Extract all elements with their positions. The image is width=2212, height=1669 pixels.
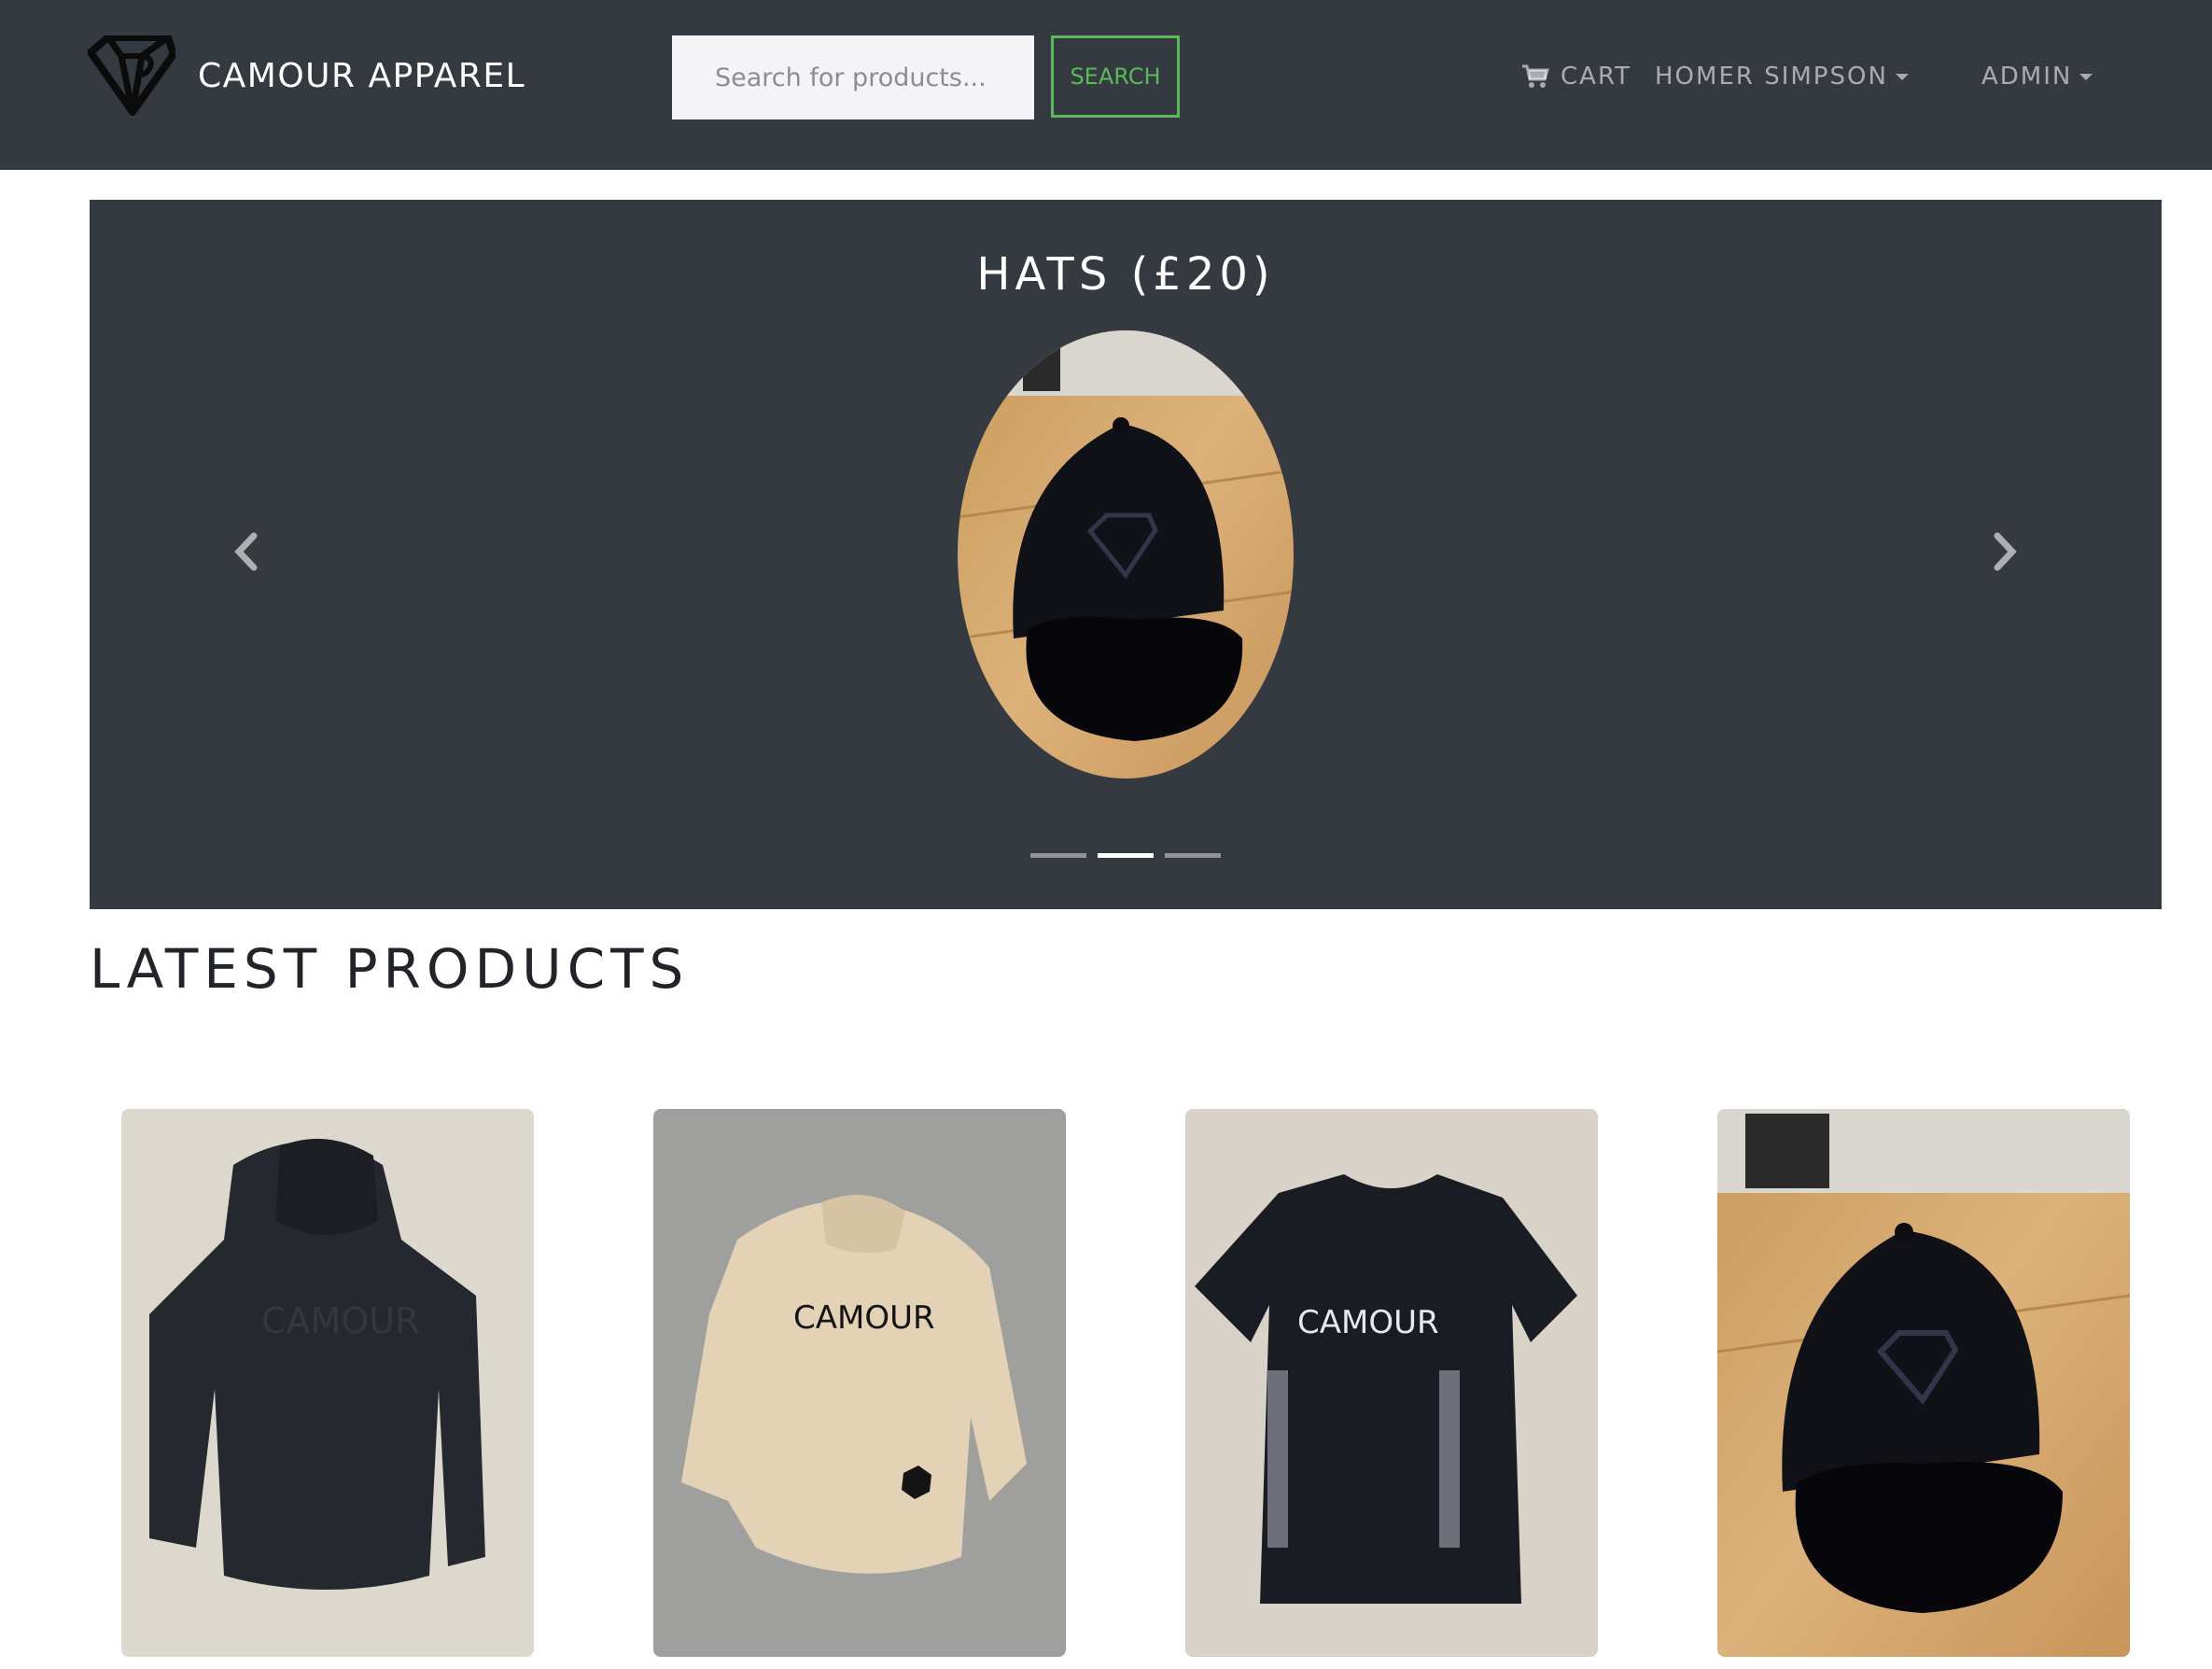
admin-label: ADMIN [1981, 63, 2073, 91]
brand-name: CAMOUR APPAREL [198, 56, 526, 95]
product-card-black-cap[interactable] [1717, 1109, 2130, 1657]
shopping-cart-icon [1522, 64, 1549, 88]
search-button[interactable]: SEARCH [1051, 35, 1180, 118]
user-name-label: HOMER SIMPSON [1655, 63, 1888, 91]
carousel-indicator-3[interactable] [1165, 853, 1221, 858]
navbar: CAMOUR APPAREL SEARCH CART HOMER SIMPSON… [0, 0, 2212, 170]
svg-text:CAMOUR: CAMOUR [793, 1299, 935, 1337]
caret-down-icon [1895, 73, 1909, 80]
product-image [1717, 1109, 2130, 1657]
search-input[interactable] [672, 35, 1034, 119]
admin-dropdown[interactable]: ADMIN [1981, 58, 2093, 95]
nav-cart-label: CART [1561, 63, 1631, 91]
diamond-logo-icon [88, 35, 175, 116]
carousel-slide-title: HATS (£20) [976, 248, 1275, 301]
caret-down-icon [2079, 73, 2093, 80]
svg-text:CAMOUR: CAMOUR [1297, 1304, 1439, 1341]
svg-text:CAMOUR: CAMOUR [261, 1300, 419, 1341]
latest-products-heading: LATEST PRODUCTS [90, 937, 690, 1001]
product-card-beige-hoodie[interactable]: CAMOUR [653, 1109, 1066, 1657]
product-card-black-hoodie[interactable]: CAMOUR [121, 1109, 534, 1657]
carousel-indicator-2[interactable] [1098, 853, 1154, 858]
product-card-black-tshirt[interactable]: CAMOUR [1185, 1109, 1598, 1657]
chevron-right-icon[interactable] [1986, 528, 2023, 575]
product-carousel: HATS (£20) [90, 200, 2162, 909]
product-image: CAMOUR [653, 1109, 1066, 1657]
product-image: CAMOUR [1185, 1109, 1598, 1657]
cap-photo [958, 330, 1294, 778]
chevron-left-icon[interactable] [228, 528, 265, 575]
nav-cart-link[interactable]: CART [1521, 58, 1631, 95]
product-image: CAMOUR [121, 1109, 534, 1657]
carousel-indicators [90, 853, 2162, 858]
brand-link[interactable]: CAMOUR APPAREL [88, 35, 525, 116]
carousel-indicator-1[interactable] [1030, 853, 1086, 858]
user-dropdown[interactable]: HOMER SIMPSON [1655, 58, 1909, 95]
carousel-slide-image[interactable] [958, 330, 1294, 778]
